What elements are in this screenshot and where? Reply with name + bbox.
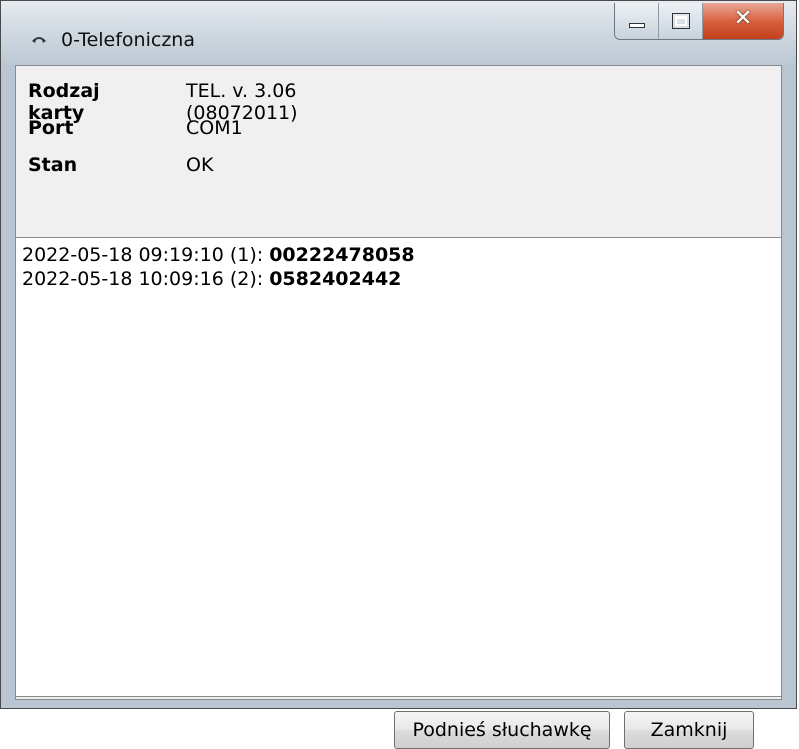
pick-up-button[interactable]: Podnieś słuchawkę bbox=[394, 711, 610, 749]
log-entry: 2022-05-18 10:09:16 (2): 0582402442 bbox=[22, 268, 781, 292]
log-entry-timestamp: 2022-05-18 10:09:16 (2): bbox=[22, 268, 270, 290]
info-label: Port bbox=[28, 117, 74, 139]
log-entry-number: 00222478058 bbox=[269, 244, 415, 266]
info-value: COM1 bbox=[186, 117, 243, 139]
title-bar[interactable]: 0-Telefoniczna ✕ bbox=[1, 1, 796, 65]
dialog-window: 0-Telefoniczna ✕ Rodzaj karty TEL. v. 3.… bbox=[0, 0, 797, 749]
info-value: OK bbox=[186, 154, 214, 176]
maximize-button[interactable] bbox=[659, 3, 703, 39]
client-area: Rodzaj karty TEL. v. 3.06 (08072011) Por… bbox=[15, 65, 782, 749]
log-entry-timestamp: 2022-05-18 09:19:10 (1): bbox=[22, 244, 270, 266]
call-log[interactable]: 2022-05-18 09:19:10 (1): 00222478058 202… bbox=[16, 237, 781, 697]
info-label: Stan bbox=[28, 154, 78, 176]
maximize-icon bbox=[672, 13, 690, 29]
close-icon: ✕ bbox=[733, 6, 753, 31]
caption-buttons: ✕ bbox=[614, 3, 784, 40]
log-entry: 2022-05-18 09:19:10 (1): 00222478058 bbox=[22, 244, 781, 268]
minimize-icon bbox=[629, 23, 645, 28]
phone-icon bbox=[32, 37, 46, 43]
log-entry-number: 0582402442 bbox=[269, 268, 402, 290]
window-title: 0-Telefoniczna bbox=[61, 29, 195, 51]
minimize-button[interactable] bbox=[615, 3, 659, 39]
close-button[interactable]: Zamknij bbox=[624, 711, 754, 749]
close-window-button[interactable]: ✕ bbox=[703, 3, 783, 39]
